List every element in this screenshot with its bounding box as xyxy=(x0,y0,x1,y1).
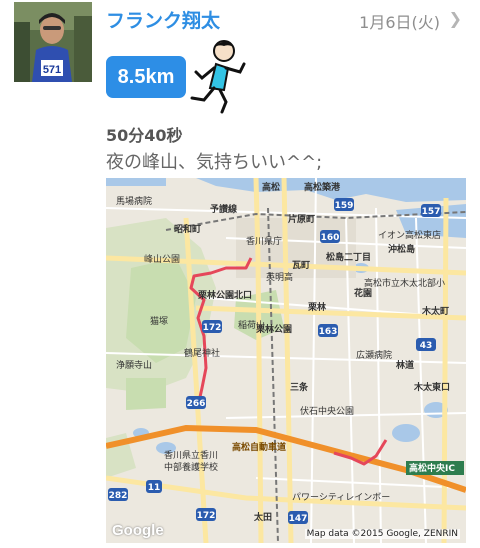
route-shield: 163 xyxy=(319,327,338,337)
chevron-right-icon[interactable]: ❯ xyxy=(449,9,462,28)
map-label: 中部養護学校 xyxy=(164,461,218,473)
map-label: 鶴尾神社 xyxy=(184,347,220,359)
route-shield: 147 xyxy=(289,514,308,524)
user-avatar[interactable]: 571 xyxy=(14,2,92,82)
avatar-bib-number: 571 xyxy=(43,64,61,76)
route-shield: 160 xyxy=(321,233,340,243)
map-label: 馬場病院 xyxy=(116,195,152,207)
map-label: 伏石中央公園 xyxy=(300,405,354,417)
runner-icon xyxy=(186,38,252,114)
map-label: 片原町 xyxy=(288,213,315,225)
map-attribution: Map data ©2015 Google, ZENRIN xyxy=(304,529,460,539)
map-label: 高松中央IC xyxy=(409,462,455,474)
map-label: 沖松島 xyxy=(388,243,415,255)
route-shield: 43 xyxy=(420,341,433,351)
map-label: 太田 xyxy=(253,511,272,523)
map-label: 香川県立香川 xyxy=(164,449,218,461)
map-label: 猫塚 xyxy=(150,315,168,327)
route-shield: 172 xyxy=(197,511,216,521)
route-shield: 11 xyxy=(148,483,161,493)
map-label: 高松自動車道 xyxy=(232,441,286,453)
map-label: 林道 xyxy=(396,359,414,371)
map-label: 英明高 xyxy=(266,271,293,283)
route-shield: 172 xyxy=(203,323,222,333)
map-label: 昭和町 xyxy=(174,223,201,235)
route-shield: 266 xyxy=(187,399,206,409)
post-date: 1月6日(火) xyxy=(359,13,440,32)
map-label: 栗林公園北口 xyxy=(198,289,252,301)
route-map[interactable]: 159 157 160 172 163 43 266 282 172 147 1… xyxy=(106,178,466,543)
map-label: 三条 xyxy=(290,381,309,393)
map-label: イオン高松東店 xyxy=(378,229,441,241)
map-label: 高松 xyxy=(262,181,280,193)
map-label: 木太町 xyxy=(421,305,449,317)
avatar-photo: 571 xyxy=(14,2,92,82)
run-duration: 50分40秒 xyxy=(106,126,183,145)
route-shield: 282 xyxy=(109,491,128,501)
map-label: 栗林公園 xyxy=(256,323,292,335)
route-shield: 159 xyxy=(335,201,354,211)
user-name[interactable]: フランク翔太 xyxy=(106,6,220,33)
map-label: 高松市立木太北部小 xyxy=(364,277,445,289)
map-label: 瓦町 xyxy=(292,260,310,271)
map-label: 香川県庁 xyxy=(246,235,282,247)
map-label: 松島二丁目 xyxy=(326,251,371,263)
map-label: 高松築港 xyxy=(304,181,341,193)
google-logo: Google xyxy=(112,522,164,539)
post-comment: 夜の峰山、気持ちいい^^; xyxy=(106,152,323,173)
map-label: 木太東口 xyxy=(413,381,450,393)
map-label: 栗林 xyxy=(308,301,327,313)
route-shield: 157 xyxy=(422,207,441,217)
map-label: 峰山公園 xyxy=(144,254,180,265)
map-label: 予讃線 xyxy=(210,203,237,215)
distance-badge: 8.5km xyxy=(106,56,186,98)
map-label: 広瀬病院 xyxy=(356,349,392,361)
map-label: パワーシティレインボー xyxy=(292,492,390,503)
map-label: 浄願寺山 xyxy=(116,359,152,371)
